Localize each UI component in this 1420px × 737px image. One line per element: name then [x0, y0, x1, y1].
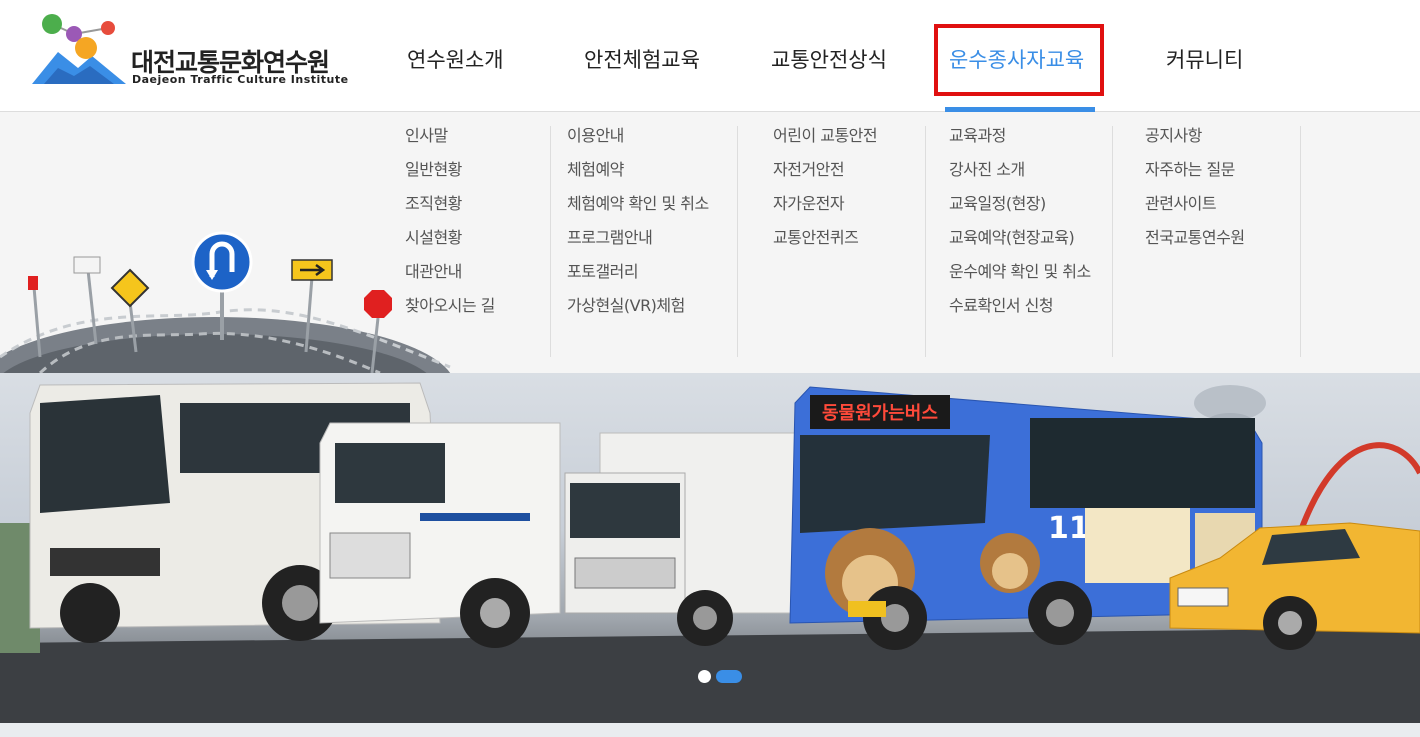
mega-menu-panel: 인사말 일반현황 조직현황 시설현황 대관안내 찾아오시는 길 이용안내 체험예… [0, 112, 1420, 373]
submenu-column-community: 공지사항 자주하는 질문 관련사이트 전국교통연수원 [1145, 126, 1295, 262]
hero-banner: 동물원가는버스 115 [0, 373, 1420, 723]
submenu-link[interactable]: 자주하는 질문 [1145, 160, 1295, 180]
submenu-link[interactable]: 대관안내 [405, 262, 545, 282]
submenu-link[interactable]: 운수예약 확인 및 취소 [949, 262, 1099, 282]
nav-item-traffic-safety-tips[interactable]: 교통안전상식 [771, 44, 887, 74]
submenu-link[interactable]: 공지사항 [1145, 126, 1295, 146]
submenu-link[interactable]: 교육예약(현장교육) [949, 228, 1099, 248]
nav-item-community[interactable]: 커뮤니티 [1166, 44, 1243, 74]
column-divider [550, 126, 551, 357]
vehicles-illustration: 동물원가는버스 115 [0, 382, 1420, 723]
logo-name-en: Daejeon Traffic Culture Institute [132, 73, 349, 86]
submenu-link[interactable]: 자전거안전 [773, 160, 918, 180]
submenu-link[interactable]: 관련사이트 [1145, 194, 1295, 214]
active-nav-highlight-box [934, 24, 1104, 96]
submenu-link[interactable]: 교통안전퀴즈 [773, 228, 918, 248]
submenu-link[interactable]: 어린이 교통안전 [773, 126, 918, 146]
submenu-link[interactable]: 교육일정(현장) [949, 194, 1099, 214]
nav-item-safety-experience[interactable]: 안전체험교육 [584, 44, 700, 74]
submenu-column-traffic-safety: 어린이 교통안전 자전거안전 자가운전자 교통안전퀴즈 [773, 126, 918, 262]
submenu-link[interactable]: 포토갤러리 [567, 262, 732, 282]
submenu-link[interactable]: 일반현황 [405, 160, 545, 180]
column-divider [925, 126, 926, 357]
site-header: 대전교통문화연수원 Daejeon Traffic Culture Instit… [0, 0, 1420, 112]
slide-dot-2-active[interactable] [716, 670, 742, 683]
submenu-link[interactable]: 전국교통연수원 [1145, 228, 1295, 248]
submenu-link[interactable]: 시설현황 [405, 228, 545, 248]
submenu-link[interactable]: 프로그램안내 [567, 228, 732, 248]
submenu-link[interactable]: 이용안내 [567, 126, 732, 146]
bus-destination-sign: 동물원가는버스 [822, 403, 938, 424]
submenu-column-safety-experience: 이용안내 체험예약 체험예약 확인 및 취소 프로그램안내 포토갤러리 가상현실… [567, 126, 732, 330]
page-bottom-strip [0, 723, 1420, 737]
submenu-link[interactable]: 체험예약 [567, 160, 732, 180]
submenu-link[interactable]: 체험예약 확인 및 취소 [567, 194, 732, 214]
site-logo[interactable]: 대전교통문화연수원 Daejeon Traffic Culture Instit… [30, 12, 348, 92]
submenu-link[interactable]: 강사진 소개 [949, 160, 1099, 180]
column-divider [737, 126, 738, 357]
submenu-link[interactable]: 조직현황 [405, 194, 545, 214]
submenu-column-institute: 인사말 일반현황 조직현황 시설현황 대관안내 찾아오시는 길 [405, 126, 545, 330]
submenu-link[interactable]: 인사말 [405, 126, 545, 146]
slide-dot-1[interactable] [698, 670, 711, 683]
submenu-link[interactable]: 가상현실(VR)체험 [567, 296, 732, 316]
submenu-link[interactable]: 찾아오시는 길 [405, 296, 545, 316]
logo-mark-icon [32, 14, 126, 84]
submenu-link[interactable]: 수료확인서 신청 [949, 296, 1099, 316]
road-signs-illustration [0, 231, 451, 373]
column-divider [1112, 126, 1113, 357]
submenu-link[interactable]: 교육과정 [949, 126, 1099, 146]
nav-item-institute-intro[interactable]: 연수원소개 [407, 44, 504, 74]
submenu-link[interactable]: 자가운전자 [773, 194, 918, 214]
submenu-column-worker-education: 교육과정 강사진 소개 교육일정(현장) 교육예약(현장교육) 운수예약 확인 … [949, 126, 1099, 330]
column-divider [1300, 126, 1301, 357]
